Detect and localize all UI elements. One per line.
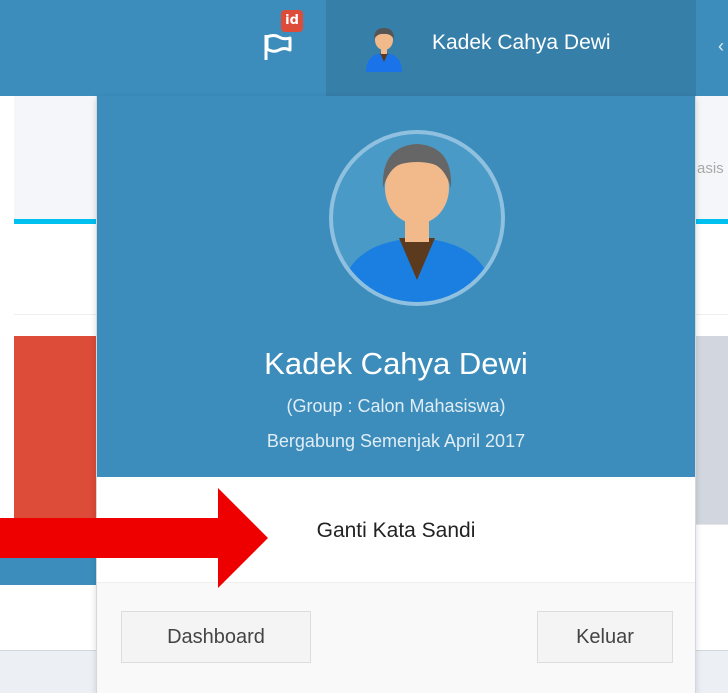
user-dropdown-menu: Kadek Cahya Dewi (Group : Calon Mahasisw… <box>96 96 696 693</box>
info-box-grey <box>696 336 728 524</box>
user-menu-toggle[interactable]: Kadek Cahya Dewi <box>326 0 696 96</box>
user-header: Kadek Cahya Dewi (Group : Calon Mahasisw… <box>97 96 695 477</box>
profile-name: Kadek Cahya Dewi <box>264 346 528 381</box>
user-avatar-icon <box>366 28 402 72</box>
user-profile-image <box>329 130 505 306</box>
user-footer: Dashboard Keluar <box>97 584 695 693</box>
user-name: Kadek Cahya Dewi <box>432 31 611 54</box>
logout-button[interactable]: Keluar <box>537 611 673 663</box>
nav-edge-glyph[interactable]: ‹ <box>718 36 728 60</box>
dashboard-button[interactable]: Dashboard <box>121 611 311 663</box>
info-box-footer <box>696 524 728 584</box>
top-navbar: id Kadek Cahya Dewi ‹ <box>0 0 728 96</box>
language-flag-button[interactable]: id <box>258 10 310 72</box>
flag-badge: id <box>281 10 303 32</box>
profile-group: (Group : Calon Mahasiswa) <box>286 396 506 416</box>
tab-label-partial[interactable]: asis <box>697 160 728 177</box>
red-arrow-icon <box>0 488 268 588</box>
flag-icon <box>264 34 292 60</box>
profile-member-since: Bergabung Semenjak April 2017 <box>266 431 526 451</box>
